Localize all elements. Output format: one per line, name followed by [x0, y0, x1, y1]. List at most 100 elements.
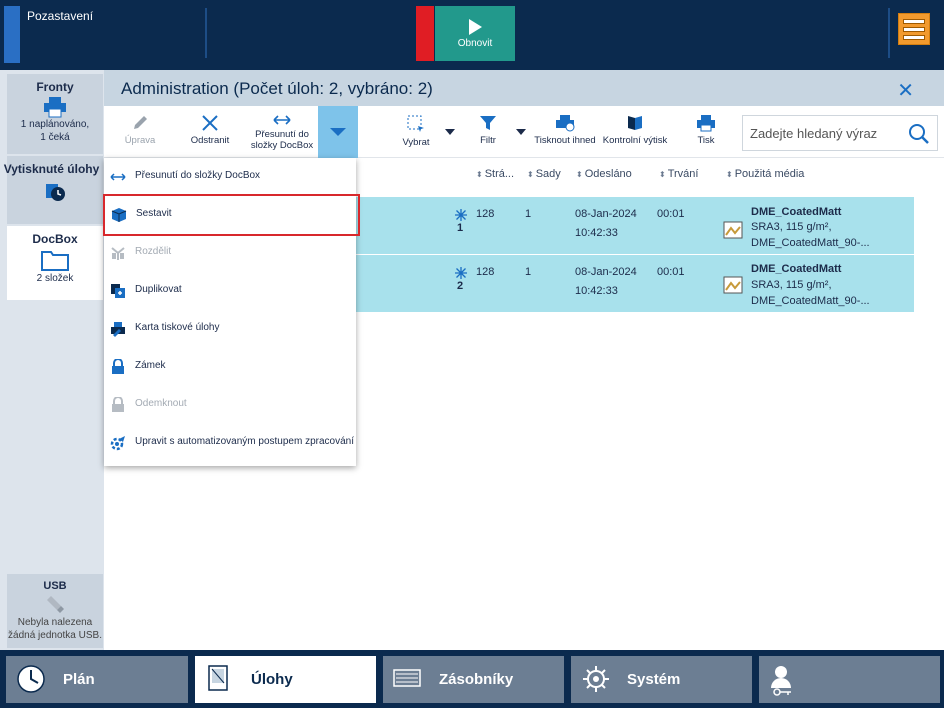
move-to-docbox-button[interactable]: Přesunutí do složky DocBox — [244, 106, 320, 158]
search-input[interactable] — [743, 116, 893, 150]
media-detail: DME_CoatedMatt_90-... — [751, 237, 870, 249]
menu-item-automated-workflow[interactable]: Upravit s automatizovaným postupem zprac… — [104, 424, 356, 462]
menu-item-duplicate[interactable]: Duplikovat — [104, 272, 356, 310]
move-label-line2: složky DocBox — [250, 140, 314, 151]
edit-button[interactable]: Úprava — [112, 106, 168, 158]
sidebar-item-label: Vytisknuté úlohy — [3, 162, 100, 176]
job-sent-date: 08-Jan-2024 — [575, 208, 637, 220]
move-arrows-icon — [273, 115, 291, 125]
tab-label: Systém — [627, 671, 681, 688]
usb-drive-icon — [47, 596, 64, 613]
column-label: Trvání — [667, 168, 699, 180]
menu-item-job-ticket[interactable]: Karta tiskové úlohy — [104, 310, 356, 348]
column-header-duration[interactable]: ⬍ Trvání — [659, 168, 698, 180]
sidebar-item-docbox[interactable]: DocBox 2 složek — [7, 226, 103, 300]
menu-item-label: Odemknout — [135, 398, 187, 409]
table-row[interactable]: 2 128 1 08-Jan-2024 10:42:33 00:01 DME_C… — [104, 255, 914, 312]
media-spec: SRA3, 115 g/m², — [751, 221, 832, 233]
menu-item-label: Přesunutí do složky DocBox — [135, 170, 261, 181]
column-label: Strá... — [484, 168, 515, 180]
more-actions-menu: Přesunutí do složky DocBox Sestavit Rozd… — [103, 158, 360, 466]
usb-status-line1: Nebyla nalezena — [17, 617, 93, 628]
job-number: 2 — [457, 280, 464, 292]
job-sent-time: 10:42:33 — [575, 285, 618, 297]
toolbar: Úprava Odstranit Přesunutí do složky Doc… — [104, 106, 944, 158]
menu-item-assemble[interactable]: Sestavit — [103, 194, 360, 236]
job-pages: 128 — [476, 208, 495, 220]
print-button[interactable]: Tisk — [686, 106, 726, 158]
panel-header: Administration (Počet úloh: 2, vybráno: … — [104, 70, 944, 106]
sidebar-item-label: DocBox — [32, 232, 78, 246]
job-number: 1 — [457, 222, 464, 234]
gear-icon — [583, 666, 609, 692]
search-icon[interactable] — [908, 123, 930, 145]
job-sets: 1 — [525, 208, 532, 220]
column-label: Odesláno — [584, 168, 632, 180]
search-box[interactable] — [742, 115, 938, 151]
select-dropdown-caret[interactable] — [445, 129, 455, 135]
filter-funnel-icon — [480, 116, 496, 130]
system-menu-button[interactable] — [898, 13, 930, 45]
select-button[interactable]: Vybrat — [392, 106, 440, 158]
folder-icon — [41, 251, 69, 271]
menu-item-move-to-docbox[interactable]: Přesunutí do složky DocBox — [104, 158, 356, 196]
job-sent-time: 10:42:33 — [575, 227, 618, 239]
resume-label: Obnovit — [457, 38, 493, 49]
job-duration: 00:01 — [657, 266, 685, 278]
menu-item-split[interactable]: Rozdělit — [104, 234, 356, 272]
media-name: DME_CoatedMatt — [751, 206, 842, 218]
media-detail: DME_CoatedMatt_90-... — [751, 295, 870, 307]
media-sheet-icon — [723, 276, 743, 294]
menu-item-unlock[interactable]: Odemknout — [104, 386, 356, 424]
move-arrows-icon — [110, 173, 126, 181]
menu-item-label: Zámek — [135, 360, 166, 371]
print-now-icon — [556, 115, 575, 132]
clock-icon — [17, 665, 45, 693]
more-actions-dropdown-button[interactable] — [318, 106, 358, 158]
media-spec: SRA3, 115 g/m², — [751, 279, 832, 291]
trays-icon — [393, 669, 421, 687]
sidebar-item-printed-jobs[interactable]: Vytisknuté úlohy — [4, 156, 103, 224]
menu-item-lock[interactable]: Zámek — [104, 348, 356, 386]
delete-x-icon — [202, 115, 218, 131]
docbox-folder-count: 2 složek — [36, 273, 74, 284]
move-label-line1: Přesunutí do — [255, 129, 309, 140]
divider — [888, 8, 890, 58]
unlock-icon — [112, 397, 124, 412]
column-header-sets[interactable]: ⬍ Sady — [527, 168, 561, 180]
job-ticket-icon — [111, 322, 125, 337]
page-title: Administration (Počet úloh: 2, vybráno: … — [121, 79, 433, 98]
filter-label: Filtr — [480, 135, 496, 146]
media-name: DME_CoatedMatt — [751, 263, 842, 275]
select-label: Vybrat — [402, 137, 430, 148]
user-key-icon — [771, 666, 791, 696]
table-row[interactable]: 1 128 1 08-Jan-2024 10:42:33 00:01 DME_C… — [104, 197, 914, 254]
stop-button[interactable] — [416, 6, 434, 61]
column-header-pages[interactable]: ⬍ Strá... — [476, 168, 514, 180]
job-sets: 1 — [525, 266, 532, 278]
sidebar-item-usb[interactable]: USB Nebyla nalezena žádná jednotka USB. — [7, 574, 103, 648]
tab-jobs[interactable]: Úlohy — [195, 656, 376, 703]
resume-button[interactable]: Obnovit — [435, 6, 515, 61]
print-label: Tisk — [697, 135, 715, 146]
tab-trays[interactable]: Zásobníky — [383, 656, 564, 703]
select-marquee-icon — [407, 115, 424, 132]
tab-system[interactable]: Systém — [571, 656, 752, 703]
tab-user[interactable] — [759, 656, 940, 703]
tab-plan[interactable]: Plán — [6, 656, 188, 703]
close-icon[interactable]: ✕ — [897, 78, 914, 103]
menu-item-label: Karta tiskové úlohy — [135, 322, 220, 333]
print-now-button[interactable]: Tisknout ihned — [532, 106, 598, 158]
sidebar-item-queues[interactable]: Fronty 1 naplánováno, 1 čeká — [7, 74, 103, 154]
filter-dropdown-caret[interactable] — [516, 129, 526, 135]
snowflake-icon — [455, 267, 467, 279]
bottom-nav: Plán Úlohy Zásobníky Systém — [0, 650, 944, 708]
proof-print-button[interactable]: Kontrolní výtisk — [602, 106, 668, 158]
column-header-sent[interactable]: ⬍ Odesláno — [576, 168, 632, 180]
tab-label: Plán — [63, 671, 95, 688]
usb-status-line2: žádná jednotka USB. — [8, 630, 102, 641]
delete-button[interactable]: Odstranit — [182, 106, 238, 158]
column-header-media[interactable]: ⬍ Použitá média — [726, 168, 804, 180]
column-label: Sady — [535, 168, 561, 180]
filter-button[interactable]: Filtr — [464, 106, 512, 158]
